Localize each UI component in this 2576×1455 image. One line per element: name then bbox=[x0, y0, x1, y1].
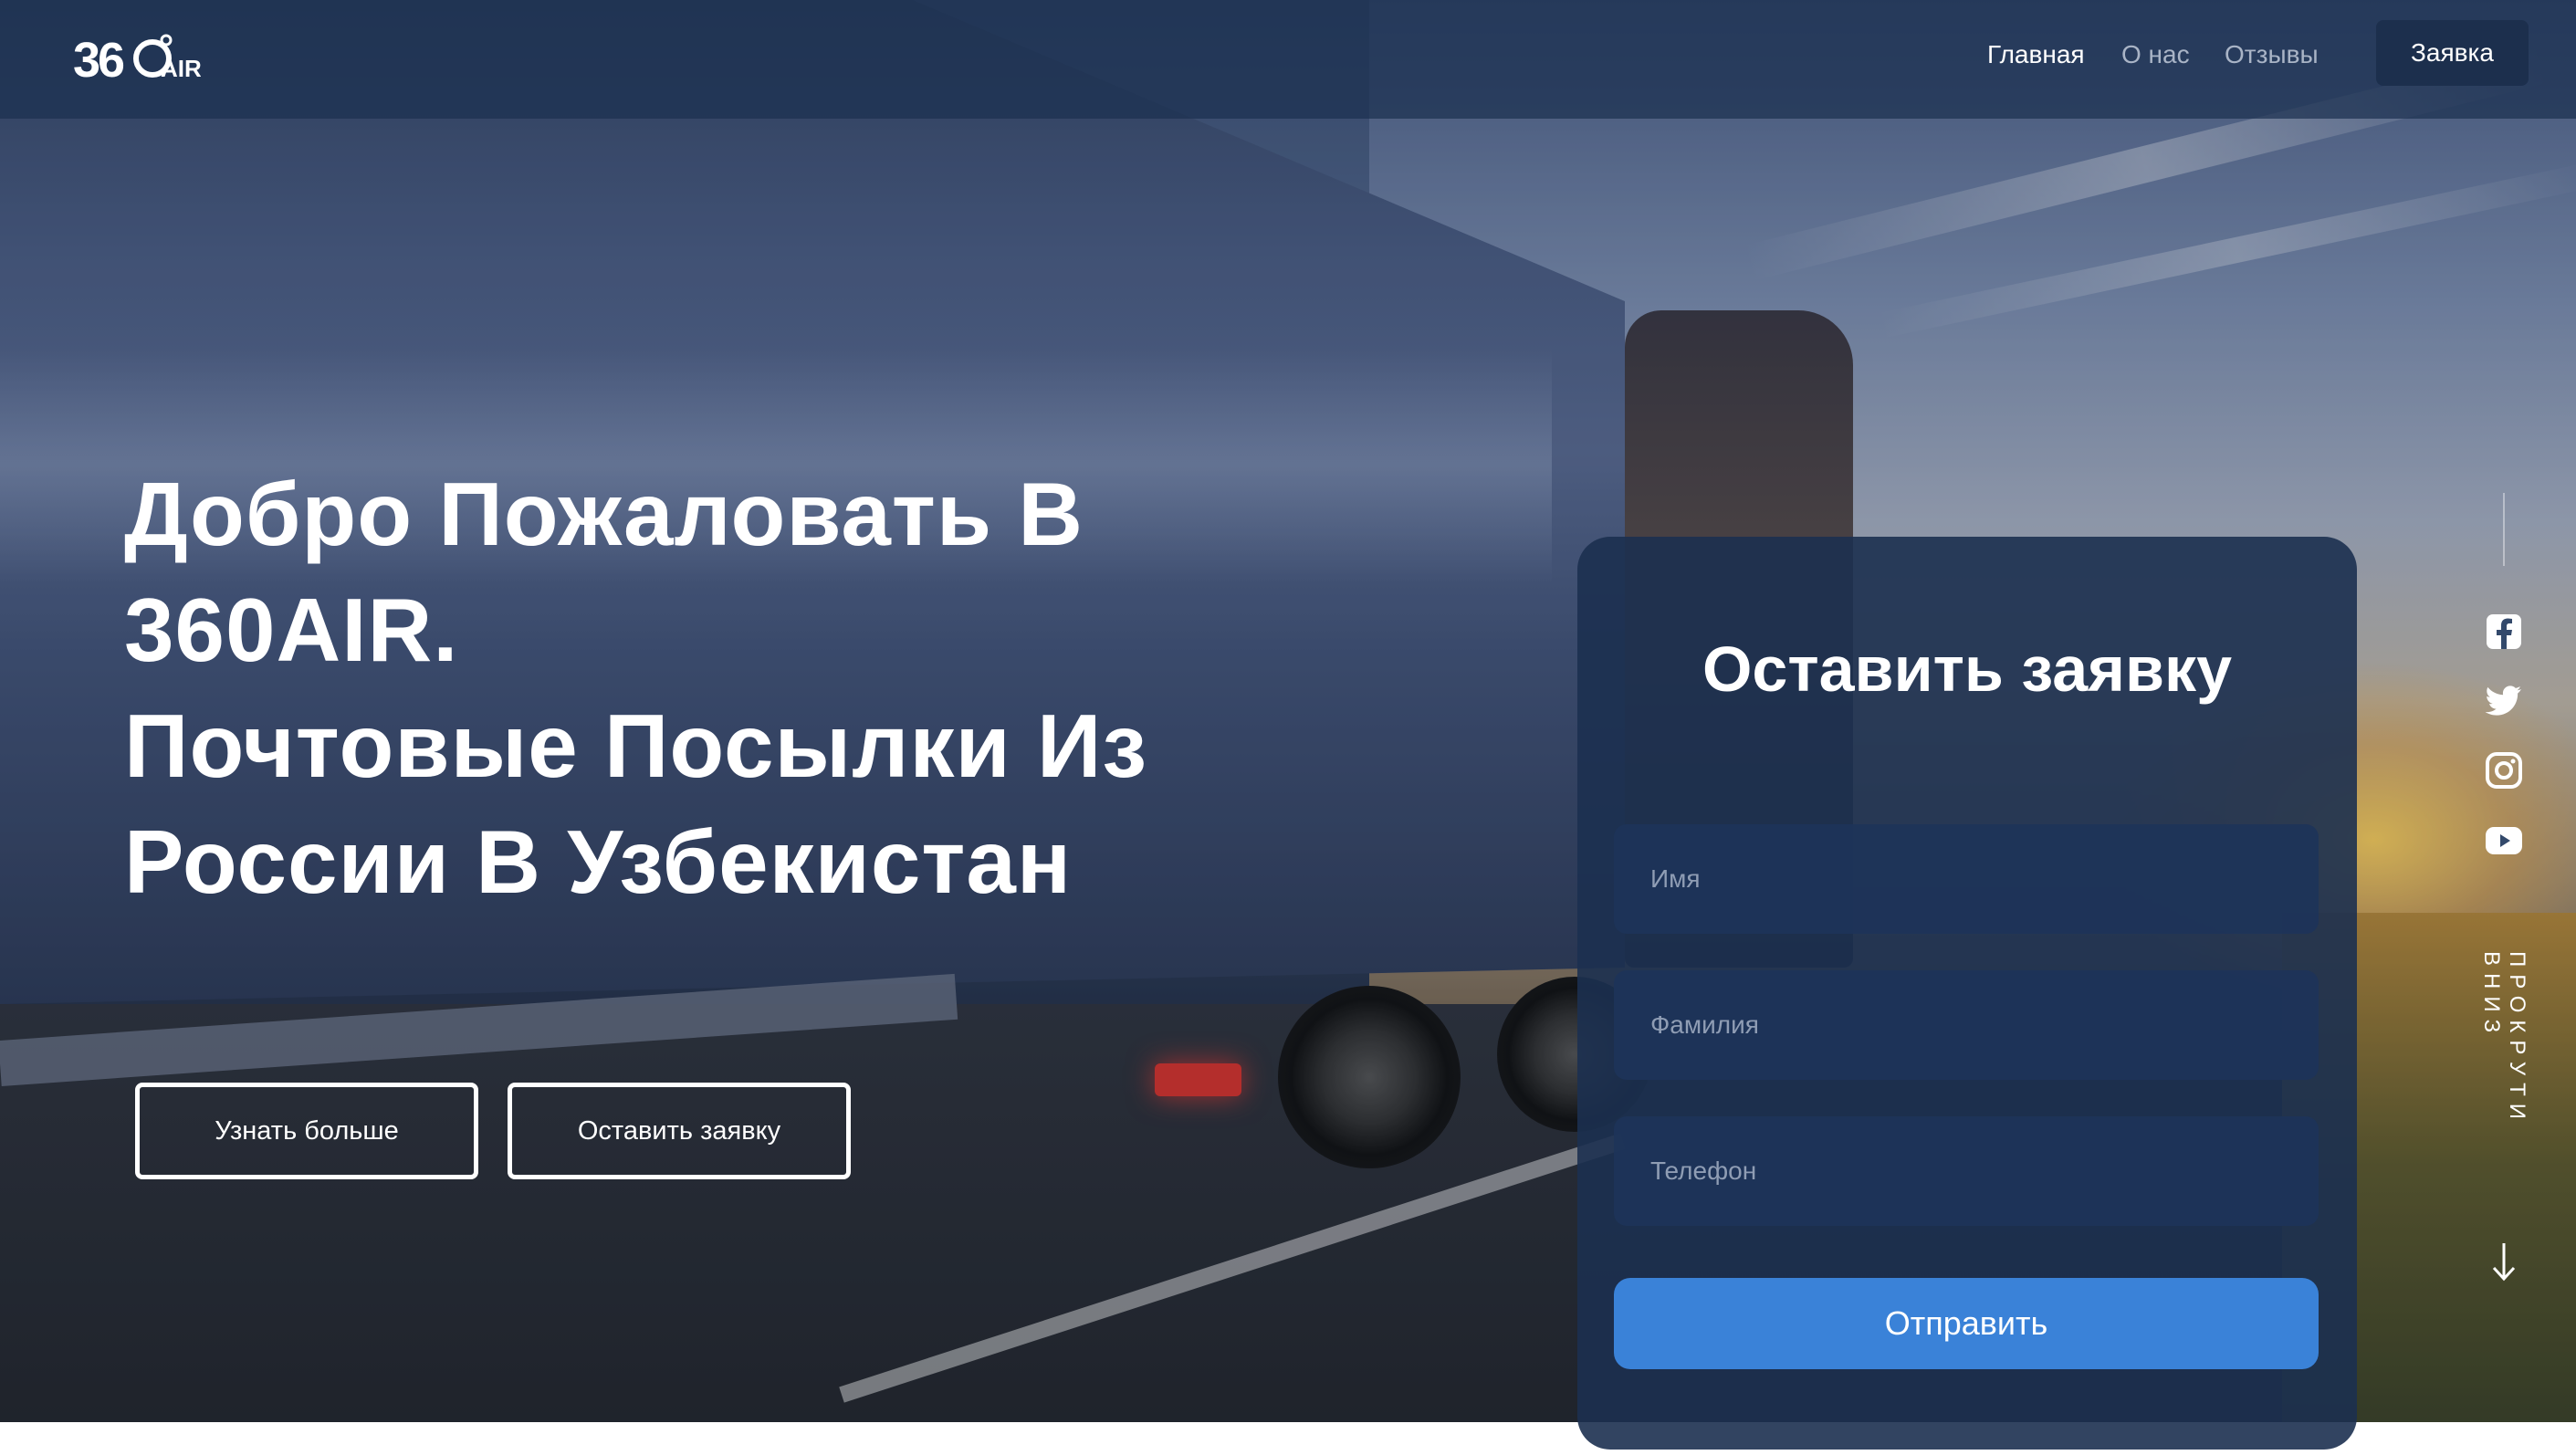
side-divider bbox=[2503, 493, 2505, 566]
hero-title-line: России В Узбекистан bbox=[124, 811, 1073, 912]
hero-title: Добро Пожаловать В 360AIR. Почтовые Посы… bbox=[124, 456, 1311, 920]
request-form: Оставить заявку Отправить bbox=[1577, 537, 2357, 1450]
scroll-down-label: ПРОКРУТИ ВНИЗ bbox=[2479, 951, 2529, 1127]
nav-link-home[interactable]: Главная bbox=[1987, 37, 2085, 73]
last-name-input[interactable] bbox=[1614, 970, 2319, 1080]
phone-input[interactable] bbox=[1614, 1116, 2319, 1226]
navbar: 36 AIR Главная О нас Отзывы Заявка bbox=[0, 0, 2576, 119]
instagram-icon[interactable] bbox=[2485, 751, 2523, 790]
request-nav-button[interactable]: Заявка bbox=[2376, 20, 2529, 86]
youtube-icon[interactable] bbox=[2485, 822, 2523, 860]
first-name-input[interactable] bbox=[1614, 824, 2319, 934]
twitter-icon[interactable] bbox=[2485, 681, 2523, 719]
facebook-icon[interactable] bbox=[2485, 612, 2523, 651]
arrow-down-icon[interactable] bbox=[2488, 1241, 2519, 1282]
hero-title-line: Добро Пожаловать В bbox=[124, 464, 1084, 564]
nav-link-reviews[interactable]: Отзывы bbox=[2225, 37, 2319, 73]
learn-more-button[interactable]: Узнать больше bbox=[135, 1083, 478, 1179]
hero-title-line: Почтовые Посылки Из bbox=[124, 696, 1148, 796]
svg-text:AIR: AIR bbox=[161, 55, 201, 82]
form-title: Оставить заявку bbox=[1702, 633, 2233, 705]
submit-button[interactable]: Отправить bbox=[1614, 1278, 2319, 1369]
nav-link-about[interactable]: О нас bbox=[2121, 37, 2190, 73]
leave-request-button[interactable]: Оставить заявку bbox=[508, 1083, 851, 1179]
svg-text:36: 36 bbox=[73, 33, 124, 88]
hero-title-line: 360AIR. bbox=[124, 580, 459, 680]
logo[interactable]: 36 AIR bbox=[73, 24, 201, 88]
